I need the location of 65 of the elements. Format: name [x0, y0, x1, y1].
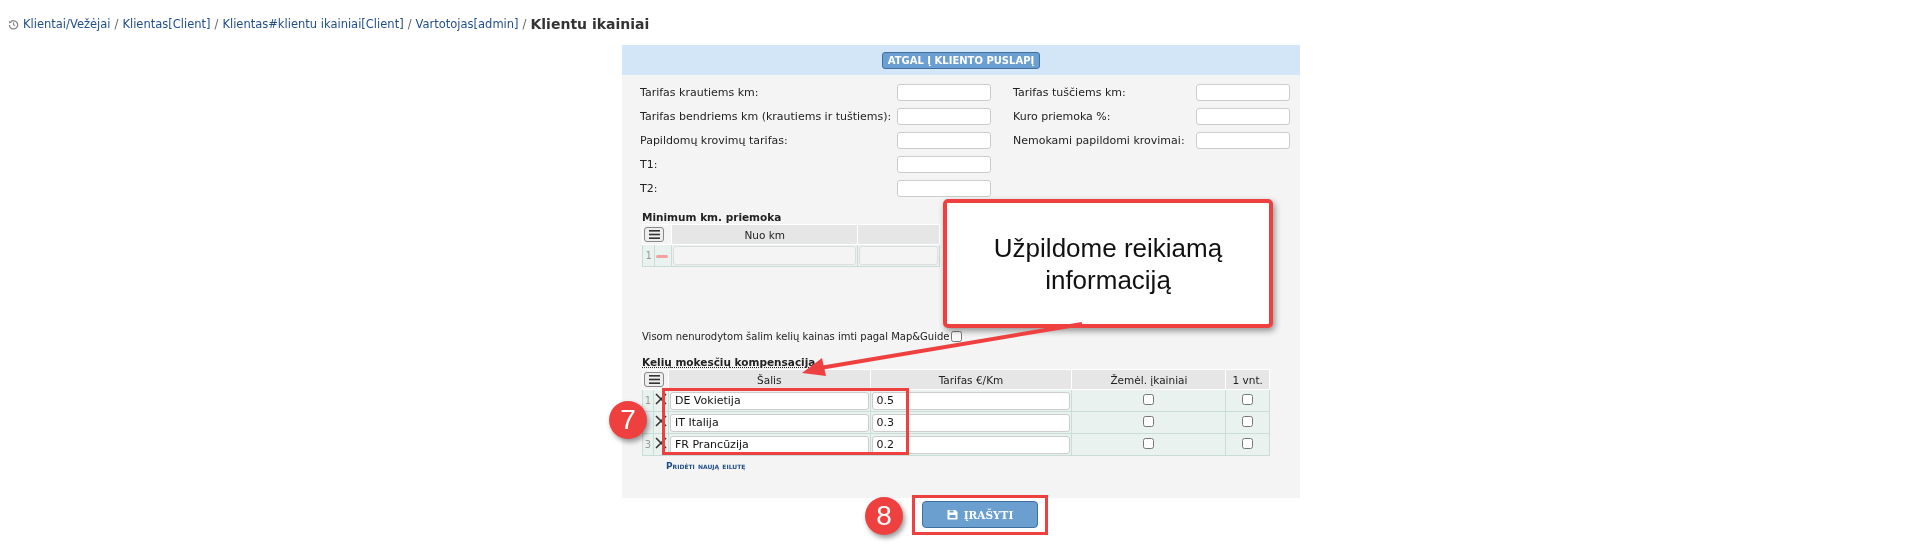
page-title: Klientu ikainiai	[530, 16, 650, 32]
input-field[interactable]	[1196, 84, 1290, 101]
menu-icon	[648, 230, 660, 239]
section-title: Minimum km. priemoka	[642, 211, 783, 223]
history-icon	[8, 18, 19, 30]
input-field[interactable]	[859, 246, 938, 265]
table-menu-button[interactable]	[644, 372, 664, 387]
row-number: 1	[645, 250, 652, 261]
breadcrumb-separator: /	[214, 17, 219, 31]
input-field[interactable]	[897, 156, 991, 173]
breadcrumb-link[interactable]: Klientas#klientu ikainiai[Client]	[222, 17, 404, 31]
input-field[interactable]	[673, 246, 857, 265]
step-badge: 8	[865, 497, 903, 535]
input-field[interactable]	[897, 84, 991, 101]
table-menu-button[interactable]	[644, 227, 664, 242]
field-label: Papildomų krovimų tarifas:	[640, 134, 789, 147]
country-field[interactable]: DE Vokietija	[669, 391, 869, 410]
input-field[interactable]	[897, 180, 991, 197]
add-row-link[interactable]: Pridėti naują eilutę	[666, 461, 746, 471]
country-field[interactable]: IT Italija	[669, 413, 869, 432]
field-label: Tarifas tuščiems km:	[1013, 86, 1127, 99]
country-field[interactable]: FR Prancūzija	[669, 435, 869, 454]
breadcrumb-separator: /	[407, 17, 412, 31]
field-label: Kuro priemoka %:	[1013, 110, 1112, 123]
delete-icon[interactable]	[654, 437, 667, 449]
breadcrumb-separator: /	[522, 17, 527, 31]
breadcrumb-link[interactable]: Vartotojas[admin]	[415, 17, 519, 31]
menu-icon	[648, 375, 660, 384]
column-header: Šalis	[668, 369, 871, 390]
checkbox[interactable]	[951, 331, 963, 342]
checkbox[interactable]	[1242, 393, 1254, 405]
input-field[interactable]	[1196, 132, 1290, 149]
checkbox[interactable]	[1242, 437, 1254, 449]
field-label: Tarifas krautiems km:	[640, 86, 760, 99]
column-header: 1 vnt.	[1226, 369, 1270, 390]
delete-icon[interactable]	[654, 415, 667, 427]
section-title: Kelių mokesčių kompensacija	[642, 356, 817, 368]
callout-text: Užpildome reikiamą	[993, 231, 1223, 264]
checkbox[interactable]	[1242, 415, 1254, 427]
checkbox[interactable]	[1143, 415, 1155, 427]
field-label: T2:	[640, 182, 659, 195]
step-badge: 7	[609, 401, 647, 439]
row-number: 3	[644, 439, 652, 450]
option-label: Visom nenurodytom šalim kelių kainas imti pagal Map&Guide	[642, 331, 950, 342]
delete-icon[interactable]	[654, 393, 667, 405]
field-label: Tarifas bendriems km (krautiems ir tuštiems):	[640, 110, 893, 123]
breadcrumb-separator: /	[114, 17, 119, 31]
row-number: 1	[644, 395, 652, 406]
field-label: T1:	[640, 158, 659, 171]
field-label: Nemokami papildomi krovimai:	[1013, 134, 1186, 147]
column-header: Tarifas €/Km	[870, 369, 1072, 390]
checkbox[interactable]	[1143, 393, 1155, 405]
input-field[interactable]	[1196, 108, 1290, 125]
callout-text: informaciją	[1045, 263, 1171, 296]
rate-field[interactable]: 0.3	[871, 413, 1071, 432]
column-header: Nuo km	[671, 224, 858, 245]
rate-field[interactable]: 0.2	[871, 435, 1071, 454]
column-header: Žemėl. įkainiai	[1071, 369, 1226, 390]
save-icon	[946, 509, 958, 520]
breadcrumb-link[interactable]: Klientas[Client]	[122, 17, 211, 31]
rate-field[interactable]: 0.5	[871, 391, 1071, 410]
checkbox[interactable]	[1143, 437, 1155, 449]
breadcrumb-link[interactable]: Klientai/Vežėjai	[23, 17, 111, 31]
input-field[interactable]	[897, 132, 991, 149]
input-field[interactable]	[897, 108, 991, 125]
